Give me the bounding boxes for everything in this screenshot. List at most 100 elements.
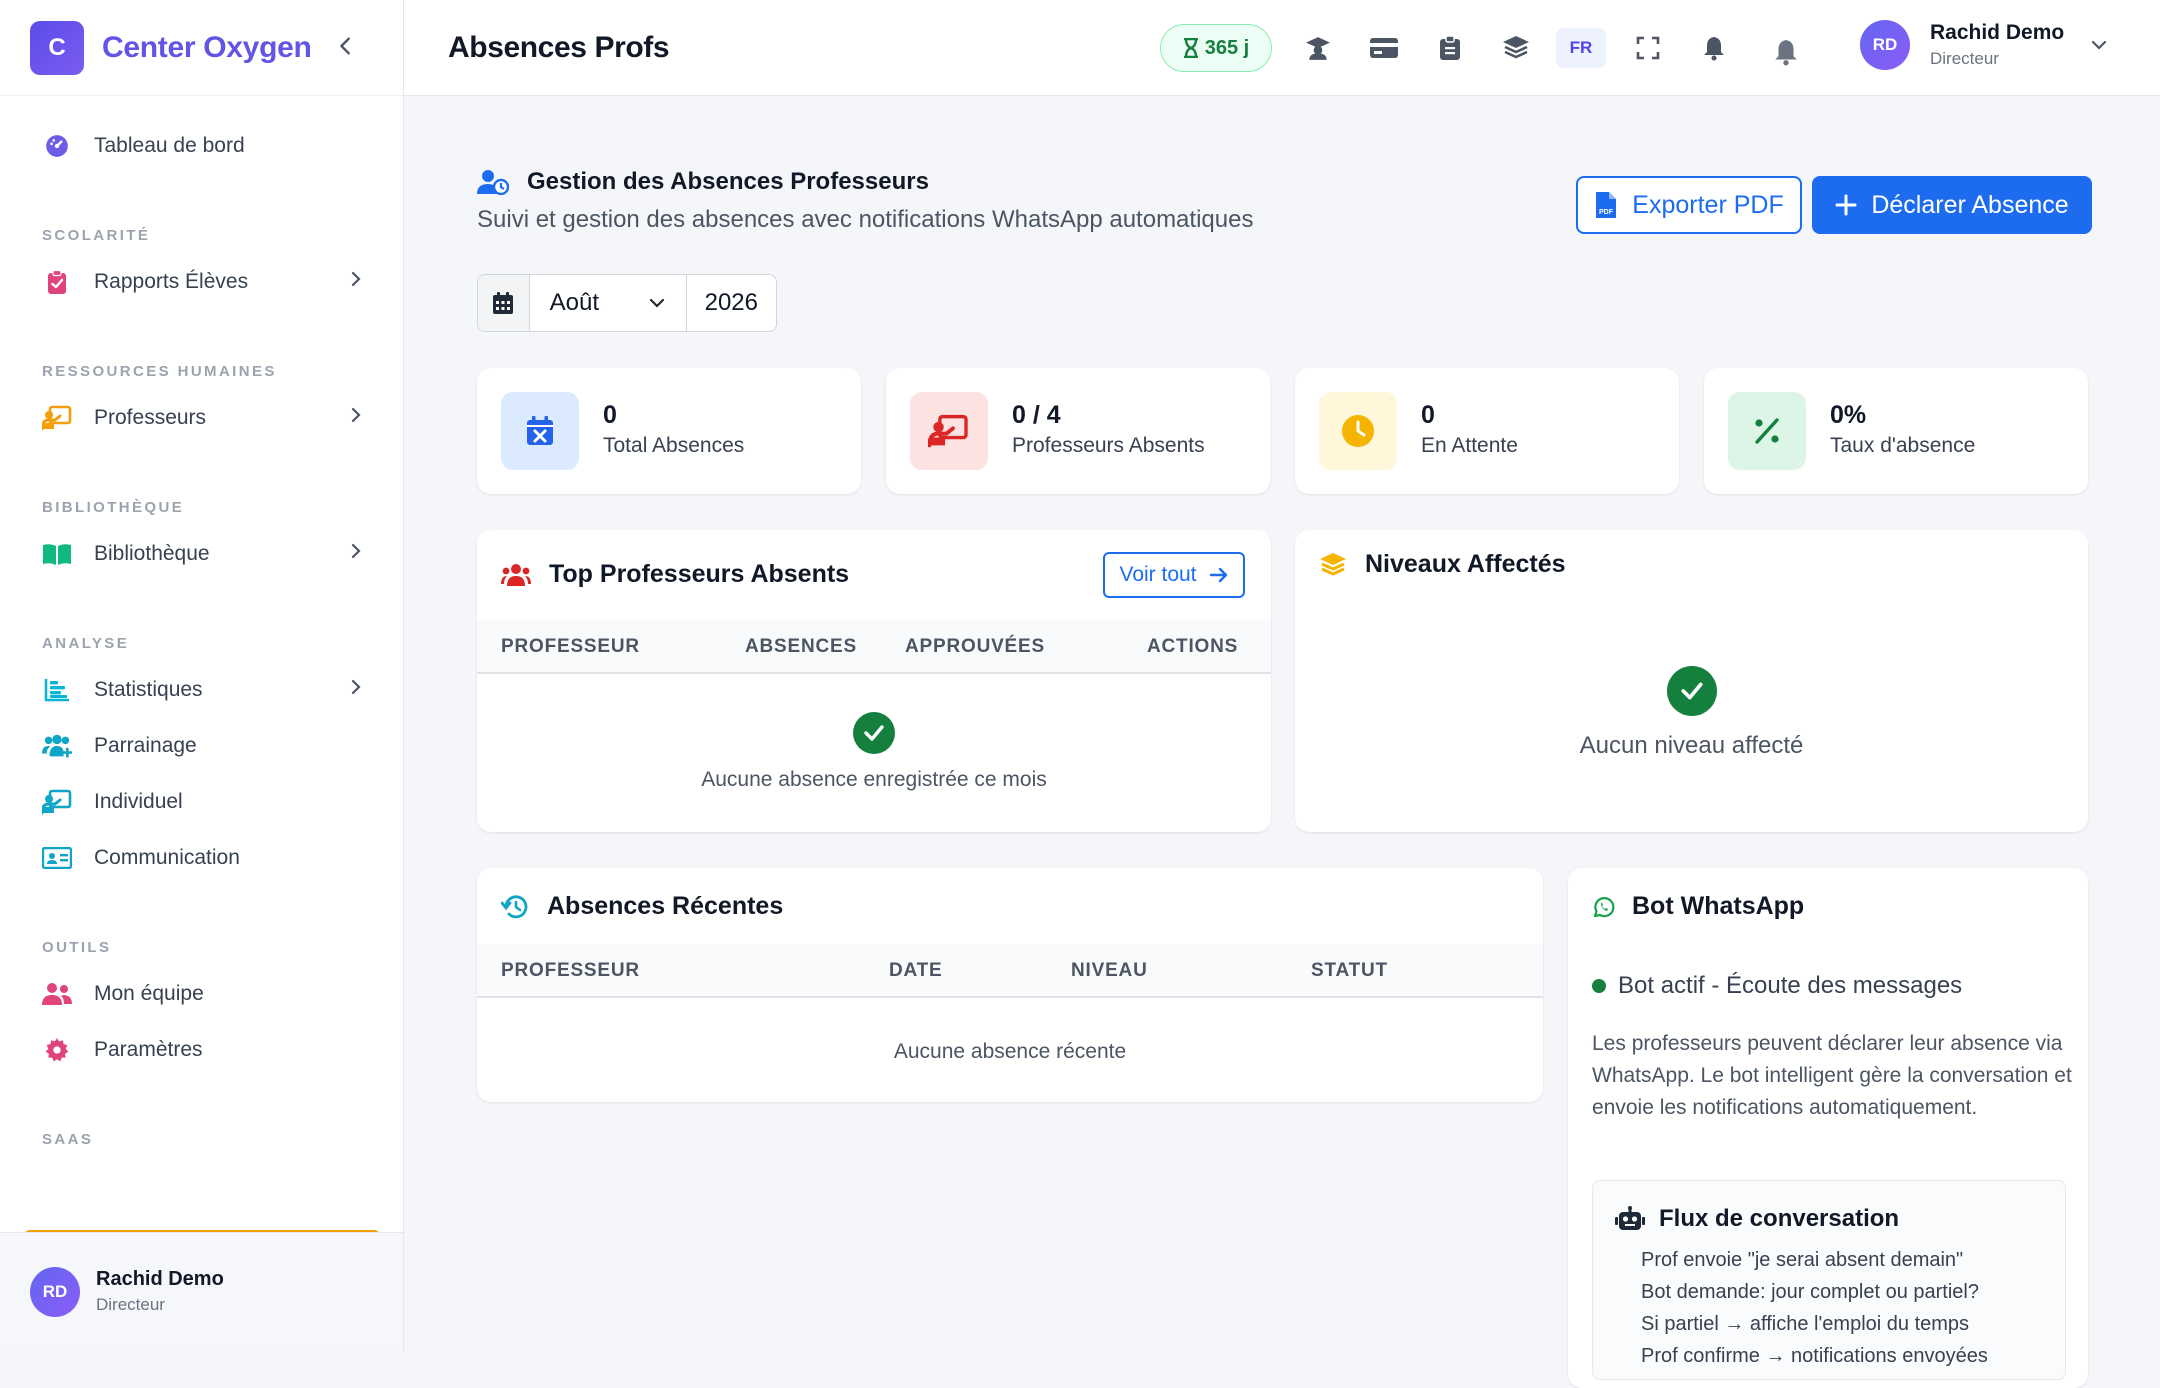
column-header[interactable]: PROFESSEUR bbox=[501, 960, 640, 982]
sidebar-item-communication[interactable]: Communication bbox=[0, 830, 403, 886]
page-title: Absences Profs bbox=[448, 30, 670, 64]
sidebar-item-individuel[interactable]: Individuel bbox=[0, 774, 403, 830]
section-rh: RESSOURCES HUMAINES bbox=[42, 363, 277, 380]
sidebar-item-statistiques[interactable]: Statistiques bbox=[0, 662, 403, 718]
avatar: RD bbox=[30, 1266, 80, 1317]
percent-icon bbox=[1728, 392, 1806, 470]
bell-icon[interactable] bbox=[1768, 34, 1804, 70]
column-header[interactable]: APPROUVÉES bbox=[905, 636, 1045, 658]
stat-value: 0% bbox=[1830, 401, 1867, 429]
card-title-text: Niveaux Affectés bbox=[1365, 550, 1566, 578]
card-title: Top Professeurs Absents bbox=[501, 560, 849, 589]
section-scolarite: SCOLARITÉ bbox=[42, 227, 151, 244]
card-title-text: Bot WhatsApp bbox=[1632, 892, 1805, 920]
sidebar-item-label: Rapports Élèves bbox=[94, 270, 249, 293]
sidebar-item-equipe[interactable]: Mon équipe bbox=[0, 966, 403, 1022]
sidebar-item-label: Paramètres bbox=[94, 1038, 203, 1061]
chevron-right-icon bbox=[349, 406, 363, 430]
niveaux-card: Niveaux Affectés Aucun niveau affecté bbox=[1295, 530, 2088, 832]
sidebar-item-bibliotheque[interactable]: Bibliothèque bbox=[0, 526, 403, 582]
users-plus-icon bbox=[42, 731, 72, 761]
sidebar-item-parrainage[interactable]: Parrainage bbox=[0, 718, 403, 774]
fullscreen-icon[interactable] bbox=[1630, 30, 1666, 66]
see-all-button[interactable]: Voir tout bbox=[1103, 552, 1245, 598]
sidebar-item-label: Bibliothèque bbox=[94, 542, 210, 565]
chevron-right-icon bbox=[349, 542, 363, 566]
section-biblio: BIBLIOTHÈQUE bbox=[42, 499, 185, 516]
declare-label: Déclarer Absence bbox=[1871, 190, 2069, 219]
sidebar-item-rapports[interactable]: Rapports Élèves bbox=[0, 254, 403, 310]
chevron-right-icon bbox=[349, 270, 363, 294]
history-icon bbox=[501, 894, 529, 920]
column-header[interactable]: NIVEAU bbox=[1071, 960, 1148, 982]
user-menu[interactable]: RD Rachid Demo Directeur bbox=[1860, 20, 2108, 70]
plus-icon bbox=[1835, 194, 1857, 216]
users-icon bbox=[42, 979, 72, 1009]
empty-state: Aucune absence enregistrée ce mois bbox=[477, 712, 1271, 792]
column-header[interactable]: STATUT bbox=[1311, 960, 1388, 982]
column-header[interactable]: DATE bbox=[889, 960, 943, 982]
sidebar-item-label: Tableau de bord bbox=[94, 134, 245, 157]
section-subtitle: Suivi et gestion des absences avec notif… bbox=[477, 206, 1254, 233]
section-outils: OUTILS bbox=[42, 939, 112, 956]
sidebar-item-label: Communication bbox=[94, 846, 240, 869]
graduation-icon[interactable] bbox=[1300, 30, 1336, 66]
brand-logo: C bbox=[30, 20, 84, 75]
empty-message: Aucun niveau affecté bbox=[1579, 732, 1804, 759]
users-icon bbox=[501, 563, 531, 587]
collapse-sidebar-icon[interactable] bbox=[335, 32, 357, 64]
sidebar-item-label: Mon équipe bbox=[94, 982, 204, 1005]
bell-icon[interactable] bbox=[1696, 30, 1732, 66]
export-pdf-button[interactable]: PDF Exporter PDF bbox=[1576, 176, 1802, 234]
column-header[interactable]: PROFESSEUR bbox=[501, 636, 640, 658]
user-role: Directeur bbox=[96, 1295, 165, 1314]
stat-label: En Attente bbox=[1421, 434, 1518, 457]
sidebar-item-dashboard[interactable]: Tableau de bord bbox=[0, 118, 403, 174]
clock-icon bbox=[1319, 392, 1397, 470]
sidebar-item-professeurs[interactable]: Professeurs bbox=[0, 390, 403, 446]
brand-name[interactable]: Center Oxygen bbox=[102, 31, 312, 65]
table-header: PROFESSEUR DATE NIVEAU STATUT bbox=[477, 944, 1543, 998]
status-dot bbox=[1592, 979, 1606, 993]
sidebar-item-parametres[interactable]: Paramètres bbox=[0, 1022, 403, 1078]
declare-absence-button[interactable]: Déclarer Absence bbox=[1812, 176, 2092, 234]
empty-message: Aucune absence enregistrée ce mois bbox=[701, 768, 1047, 791]
conversation-flow: Flux de conversation Prof envoie "je ser… bbox=[1592, 1180, 2066, 1380]
chevron-right-icon bbox=[349, 678, 363, 702]
stat-card-profs: 0 / 4 Professeurs Absents bbox=[886, 368, 1270, 494]
export-label: Exporter PDF bbox=[1632, 190, 1784, 219]
user-role: Directeur bbox=[1930, 49, 1999, 68]
flow-title: Flux de conversation bbox=[1615, 1205, 1899, 1233]
table-header: PROFESSEUR ABSENCES APPROUVÉES ACTIONS bbox=[477, 620, 1271, 674]
credit-card-icon[interactable] bbox=[1366, 30, 1402, 66]
gear-icon bbox=[42, 1035, 72, 1065]
card-title: Niveaux Affectés bbox=[1319, 550, 1566, 579]
trial-badge[interactable]: 365 j bbox=[1160, 24, 1272, 72]
bot-status: Bot actif - Écoute des messages bbox=[1592, 972, 1962, 1000]
card-title-text: Absences Récentes bbox=[547, 892, 784, 920]
month-select[interactable]: Août bbox=[530, 275, 687, 331]
top-profs-card: Top Professeurs Absents Voir tout PROFES… bbox=[477, 530, 1271, 832]
language-switch[interactable]: FR bbox=[1556, 28, 1606, 68]
layers-icon[interactable] bbox=[1498, 30, 1534, 66]
flow-step: Prof confirme → notifications envoyées bbox=[1641, 1345, 1988, 1367]
teacher-board-icon bbox=[42, 787, 72, 817]
user-name: Rachid Demo bbox=[96, 1268, 224, 1290]
flow-step: Si partiel → affiche l'emploi du temps bbox=[1641, 1313, 1970, 1335]
clipboard-check-icon bbox=[42, 267, 72, 297]
clipboard-icon[interactable] bbox=[1432, 30, 1468, 66]
main-content: Gestion des Absences Professeurs Suivi e… bbox=[404, 96, 2160, 1388]
year-input[interactable]: 2026 bbox=[687, 275, 776, 331]
stat-card-total: 0 Total Absences bbox=[477, 368, 861, 494]
empty-message: Aucune absence récente bbox=[893, 1040, 1127, 1063]
stat-value: 0 bbox=[1421, 401, 1435, 429]
open-book-icon bbox=[42, 539, 72, 569]
recent-absences-card: Absences Récentes PROFESSEUR DATE NIVEAU… bbox=[477, 868, 1543, 1102]
section-title: Gestion des Absences Professeurs bbox=[477, 168, 929, 196]
column-header[interactable]: ABSENCES bbox=[745, 636, 857, 658]
sidebar-user[interactable]: RD Rachid Demo Directeur bbox=[0, 1232, 403, 1350]
section-saas: SAAS bbox=[42, 1131, 94, 1148]
teacher-board-icon bbox=[910, 392, 988, 470]
empty-state: Aucun niveau affecté bbox=[1295, 666, 2088, 760]
column-header[interactable]: ACTIONS bbox=[1147, 636, 1238, 658]
